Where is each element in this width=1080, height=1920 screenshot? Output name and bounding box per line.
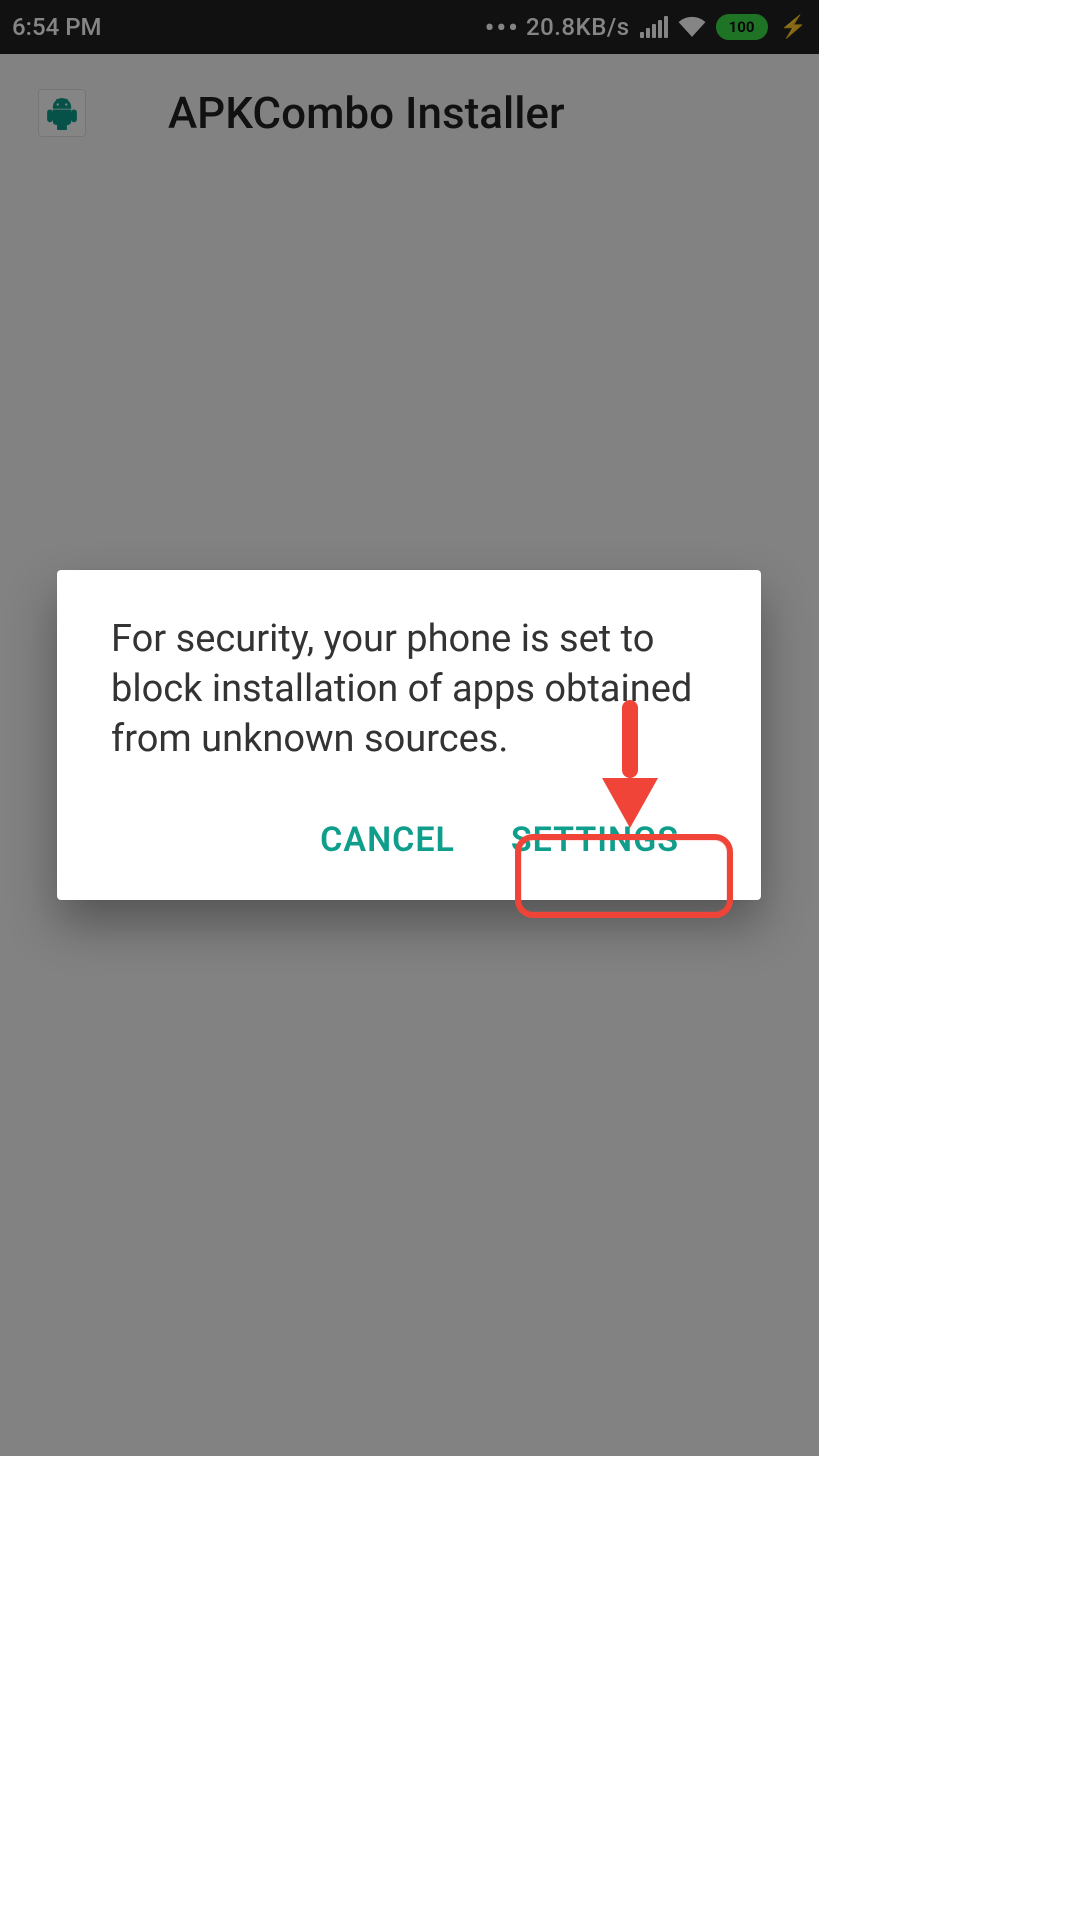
dialog-message: For security, your phone is set to block… bbox=[111, 614, 707, 764]
settings-button[interactable]: SETTINGS bbox=[483, 798, 707, 882]
cancel-button[interactable]: CANCEL bbox=[292, 798, 483, 882]
screen-root: APKCombo Installer 6:54 PM ••• 20.8KB/s … bbox=[0, 0, 819, 1456]
dialog-actions: CANCEL SETTINGS bbox=[111, 798, 707, 882]
unknown-sources-dialog: For security, your phone is set to block… bbox=[57, 570, 761, 900]
